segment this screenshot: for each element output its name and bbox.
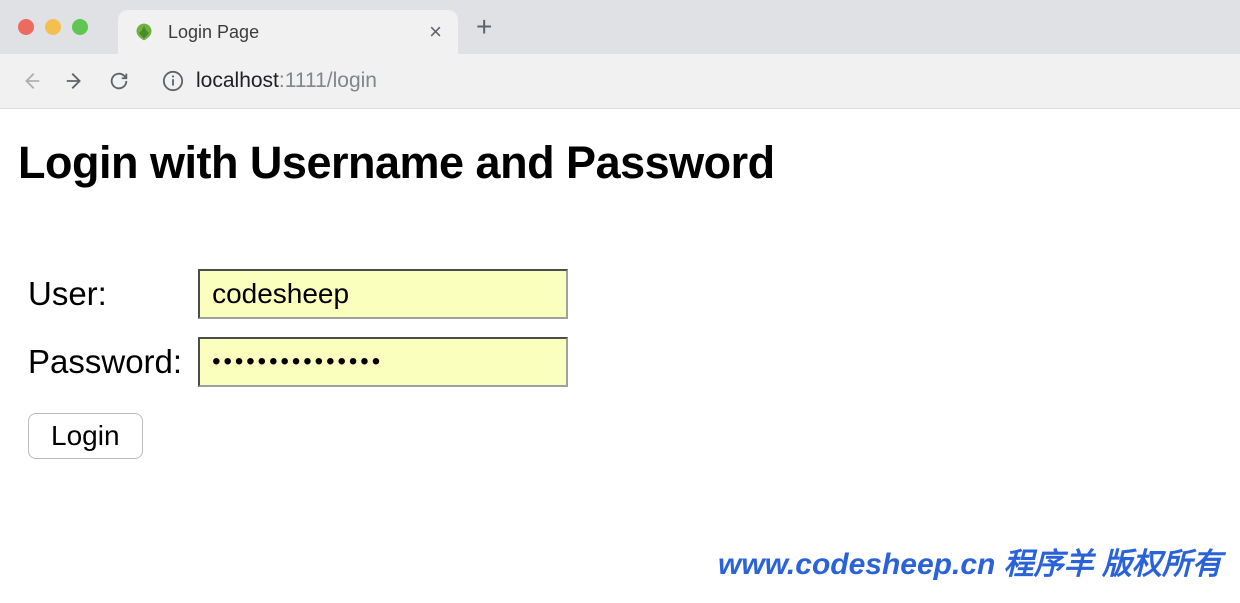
window-controls bbox=[18, 19, 88, 35]
login-button[interactable]: Login bbox=[28, 413, 143, 459]
maximize-window-button[interactable] bbox=[72, 19, 88, 35]
site-info-icon[interactable] bbox=[162, 70, 184, 92]
browser-tab[interactable]: Login Page × bbox=[118, 10, 458, 54]
password-label: Password: bbox=[28, 337, 198, 387]
spring-leaf-icon bbox=[134, 22, 154, 42]
login-form: User: Password: bbox=[28, 251, 568, 405]
minimize-window-button[interactable] bbox=[45, 19, 61, 35]
url-host: localhost bbox=[196, 69, 279, 92]
reload-button[interactable] bbox=[106, 68, 132, 94]
arrow-left-icon bbox=[20, 70, 42, 92]
user-label: User: bbox=[28, 269, 198, 319]
navigation-bar: localhost:1111/login bbox=[0, 54, 1240, 108]
arrow-right-icon bbox=[64, 70, 86, 92]
password-input[interactable] bbox=[198, 337, 568, 387]
back-button[interactable] bbox=[18, 68, 44, 94]
url-text: localhost:1111/login bbox=[196, 69, 1210, 93]
watermark-text: www.codesheep.cn 程序羊 版权所有 bbox=[718, 539, 1222, 583]
browser-chrome: Login Page × + localhost:1111/login bbox=[0, 0, 1240, 109]
reload-icon bbox=[108, 70, 130, 92]
tab-bar: Login Page × + bbox=[0, 0, 1240, 54]
url-path: :1111/login bbox=[279, 69, 377, 92]
forward-button[interactable] bbox=[62, 68, 88, 94]
page-title: Login with Username and Password bbox=[18, 137, 1222, 189]
page-content: Login with Username and Password User: P… bbox=[0, 109, 1240, 487]
address-bar[interactable]: localhost:1111/login bbox=[150, 62, 1222, 100]
user-input[interactable] bbox=[198, 269, 568, 319]
tab-title: Login Page bbox=[168, 22, 415, 43]
close-tab-button[interactable]: × bbox=[429, 21, 442, 43]
close-window-button[interactable] bbox=[18, 19, 34, 35]
new-tab-button[interactable]: + bbox=[476, 13, 492, 41]
